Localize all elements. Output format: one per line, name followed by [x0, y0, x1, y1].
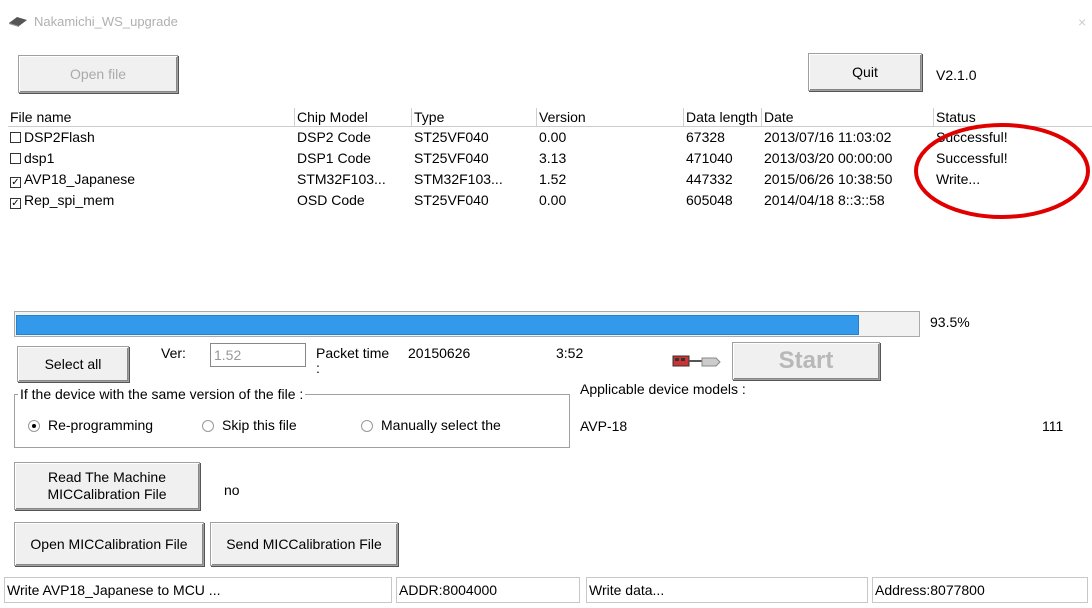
col-type[interactable]: Type [412, 108, 537, 126]
progress-bar [14, 311, 920, 337]
time-value: 3:52 [556, 345, 584, 361]
select-all-label: Select all [44, 356, 102, 372]
type-cell: ST25VF040 [414, 129, 489, 145]
file-name-text: dsp1 [24, 150, 55, 166]
radio-skip-dot[interactable] [202, 420, 214, 432]
chip-model-cell: OSD Code [297, 192, 365, 208]
read-mic-button[interactable]: Read The Machine MICCalibration File [14, 462, 200, 510]
file-name-cell: ✓ AVP18_Japanese [8, 169, 295, 190]
progress-fill [16, 315, 860, 335]
read-mic-label-1: Read The Machine [47, 469, 167, 485]
radio-manual[interactable]: Manually select the [361, 417, 501, 433]
row-checkbox[interactable]: ✓ [10, 177, 21, 188]
file-name-text: AVP18_Japanese [24, 171, 136, 187]
radio-skip-label: Skip this file [222, 417, 297, 433]
file-name-cell: dsp1 [8, 148, 295, 169]
quit-label: Quit [852, 64, 878, 80]
quit-button[interactable]: Quit [808, 53, 922, 91]
data-length-cell: 447332 [686, 171, 733, 187]
ver-label: Ver: [161, 345, 186, 361]
type-cell: STM32F103... [414, 171, 503, 187]
radio-reprogramming-dot[interactable] [28, 420, 40, 432]
applicable-label: Applicable device models : [580, 381, 746, 397]
radio-reprogramming[interactable]: Re-programming [28, 417, 153, 433]
open-file-label: Open file [69, 66, 127, 82]
same-version-legend: If the device with the same version of t… [18, 386, 306, 402]
send-mic-label: Send MICCalibration File [226, 536, 382, 552]
open-mic-button[interactable]: Open MICCalibration File [14, 522, 204, 566]
col-date[interactable]: Date [762, 108, 934, 126]
file-name-text: DSP2Flash [24, 129, 95, 145]
version-cell: 3.13 [539, 150, 567, 166]
data-length-cell: 471040 [686, 150, 733, 166]
usb-drive-icon [672, 352, 722, 375]
status-addr: ADDR:8004000 [396, 577, 580, 603]
status-address: Address:8077800 [872, 577, 1088, 603]
send-mic-button[interactable]: Send MICCalibration File [210, 522, 398, 566]
row-checkbox[interactable]: ✓ [10, 198, 21, 209]
radio-reprogramming-label: Re-programming [48, 417, 154, 433]
row-checkbox[interactable] [10, 132, 21, 143]
col-version[interactable]: Version [537, 108, 684, 126]
radio-skip[interactable]: Skip this file [202, 417, 297, 433]
file-name-cell: ✓ Rep_spi_mem [8, 190, 295, 211]
packet-time-suffix: : [316, 360, 320, 376]
close-icon[interactable]: × [1078, 14, 1086, 30]
applicable-count: 111 [1042, 418, 1064, 434]
version-cell: 0.00 [539, 129, 567, 145]
status-message: Write AVP18_Japanese to MCU ... [4, 577, 392, 603]
chip-model-cell: DSP1 Code [297, 150, 371, 166]
radio-manual-label: Manually select the [381, 417, 501, 433]
data-length-cell: 67328 [686, 129, 725, 145]
type-cell: ST25VF040 [414, 150, 489, 166]
status-action: Write data... [586, 577, 868, 603]
window-title: Nakamichi_WS_upgrade [34, 13, 178, 29]
chip-model-cell: DSP2 Code [297, 129, 371, 145]
chip-model-cell: STM32F103... [297, 171, 386, 187]
packet-time-label: Packet time [316, 345, 390, 361]
date-cell: 2013/03/20 00:00:00 [764, 150, 893, 166]
date-cell: 2014/04/18 8::3::58 [764, 192, 885, 208]
packet-time-value: 20150626 [408, 345, 471, 361]
select-all-button[interactable]: Select all [17, 346, 129, 382]
start-label: Start [778, 347, 834, 374]
open-mic-label: Open MICCalibration File [30, 536, 188, 552]
annotation-circle [914, 123, 1090, 219]
applicable-model: AVP-18 [580, 418, 628, 434]
version-cell: 0.00 [539, 192, 567, 208]
data-length-cell: 605048 [686, 192, 733, 208]
read-mic-result: no [224, 482, 240, 498]
ver-input[interactable]: 1.52 [210, 343, 306, 367]
start-button[interactable]: Start [732, 342, 880, 380]
open-file-button[interactable]: Open file [18, 55, 178, 93]
title-bar: Nakamichi_WS_upgrade [8, 10, 178, 32]
app-icon [9, 17, 27, 27]
col-file-name[interactable]: File name [8, 108, 295, 126]
radio-manual-dot[interactable] [361, 420, 373, 432]
date-cell: 2015/06/26 10:38:50 [764, 171, 893, 187]
file-name-cell: DSP2Flash [8, 127, 295, 148]
col-data-length[interactable]: Data length [684, 108, 762, 126]
file-name-text: Rep_spi_mem [24, 192, 115, 208]
col-chip-model[interactable]: Chip Model [295, 108, 412, 126]
read-mic-label-2: MICCalibration File [47, 486, 167, 502]
version-label: V2.1.0 [936, 67, 977, 83]
type-cell: ST25VF040 [414, 192, 489, 208]
progress-percent: 93.5% [930, 314, 970, 330]
row-checkbox[interactable] [10, 153, 21, 164]
version-cell: 1.52 [539, 171, 567, 187]
date-cell: 2013/07/16 11:03:02 [764, 129, 892, 145]
